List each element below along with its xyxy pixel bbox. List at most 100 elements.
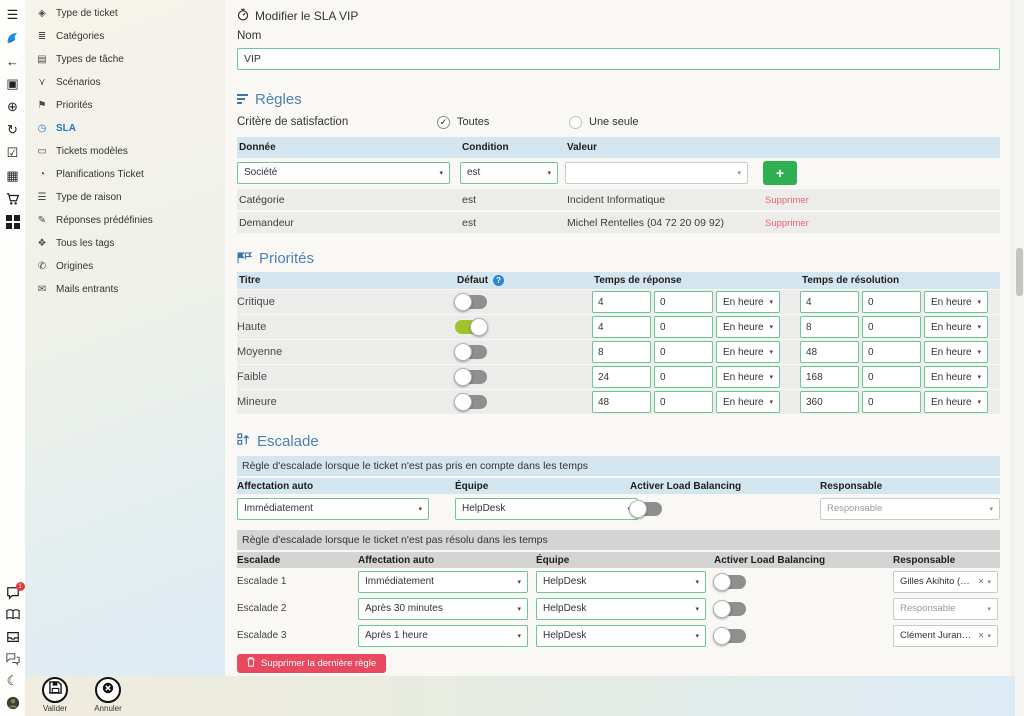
resolution-minutes-input[interactable] xyxy=(862,366,921,388)
response-hours-input[interactable] xyxy=(592,291,651,313)
sidebar-item-type-de-raison[interactable]: ☰ Type de raison xyxy=(25,186,225,209)
sidebar-item-mails-entrants[interactable]: ✉ Mails entrants xyxy=(25,278,225,301)
rule-condition-select[interactable]: est ▾ xyxy=(460,161,558,184)
checked-circle-icon[interactable]: ✓ xyxy=(437,115,450,129)
resolution-hours-input[interactable] xyxy=(800,341,859,363)
team-select[interactable]: HelpDesk▾ xyxy=(536,570,706,593)
sidebar-item-tickets-modeles[interactable]: ▭ Tickets modèles xyxy=(25,140,225,163)
add-icon[interactable]: ⊕ xyxy=(5,99,21,115)
resolution-hours-input[interactable] xyxy=(800,391,859,413)
response-minutes-input[interactable] xyxy=(654,291,713,313)
response-hours-input[interactable] xyxy=(592,316,651,338)
vertical-scrollbar[interactable] xyxy=(1015,0,1024,716)
sidebar-item-sla[interactable]: ◷ SLA xyxy=(25,117,225,140)
add-rule-button[interactable]: + xyxy=(763,160,797,185)
sidebar-item-categories[interactable]: ≣ Catégories xyxy=(25,25,225,48)
resolution-unit-select[interactable]: En heure ▾ xyxy=(924,391,988,413)
criterion-all-option[interactable]: ✓ Toutes xyxy=(437,115,569,129)
cancel-button[interactable]: Annuler xyxy=(88,677,128,713)
manager-combobox[interactable]: Responsable ▾ xyxy=(820,497,1000,520)
sidebar-item-origines[interactable]: ✆ Origines xyxy=(25,255,225,278)
response-hours-input[interactable] xyxy=(592,366,651,388)
sidebar-item-priorites[interactable]: ⚑ Priorités xyxy=(25,94,225,117)
team-select[interactable]: HelpDesk▾ xyxy=(536,624,706,647)
resolution-unit-select[interactable]: En heure ▾ xyxy=(924,341,988,363)
response-minutes-input[interactable] xyxy=(654,366,713,388)
resolution-unit-select[interactable]: En heure ▾ xyxy=(924,291,988,313)
name-input[interactable] xyxy=(237,48,1000,70)
manager-combobox[interactable]: Clément Jurance (agent)✕▾ xyxy=(893,624,998,647)
load-balancing-toggle[interactable] xyxy=(713,626,746,645)
clear-icon[interactable]: ✕ xyxy=(978,577,985,586)
qr-scan-icon[interactable]: ▦ xyxy=(5,168,21,184)
default-toggle[interactable] xyxy=(455,318,488,336)
delete-rule-link[interactable]: Supprimer xyxy=(758,195,809,206)
back-icon[interactable]: ← xyxy=(5,53,21,69)
assignment-select[interactable]: Immédiatement ▾ xyxy=(358,570,528,593)
default-toggle[interactable] xyxy=(454,343,487,361)
default-toggle[interactable] xyxy=(454,393,487,411)
sidebar-item-reponses-predefinies[interactable]: ✎ Réponses prédéfinies xyxy=(25,209,225,232)
resolution-minutes-input[interactable] xyxy=(862,316,921,338)
team-select[interactable]: HelpDesk▾ xyxy=(455,497,638,520)
sidebar-item-types-de-tache[interactable]: ▤ Types de tâche xyxy=(25,48,225,71)
response-minutes-input[interactable] xyxy=(654,341,713,363)
response-unit-select[interactable]: En heure ▾ xyxy=(716,391,780,413)
validate-button[interactable]: Valider xyxy=(35,677,75,713)
assignment-select[interactable]: Après 1 heure ▾ xyxy=(358,624,528,647)
response-hours-input[interactable] xyxy=(592,341,651,363)
response-unit-select[interactable]: En heure ▾ xyxy=(716,341,780,363)
default-toggle[interactable] xyxy=(454,293,487,311)
response-unit-select[interactable]: En heure ▾ xyxy=(716,366,780,388)
load-balancing-toggle[interactable] xyxy=(713,599,746,618)
response-hours-input[interactable] xyxy=(592,391,651,413)
inbox-icon[interactable] xyxy=(5,629,21,645)
delete-rule-link[interactable]: Supprimer xyxy=(758,218,809,229)
resolution-minutes-input[interactable] xyxy=(862,391,921,413)
resolution-hours-input[interactable] xyxy=(800,366,859,388)
screenshot-icon[interactable]: ▣ xyxy=(5,76,21,92)
response-unit-select[interactable]: En heure ▾ xyxy=(716,291,780,313)
response-minutes-input[interactable] xyxy=(654,391,713,413)
response-unit-select[interactable]: En heure ▾ xyxy=(716,316,780,338)
dark-mode-icon[interactable]: ☾ xyxy=(5,673,21,689)
apps-icon[interactable] xyxy=(5,214,21,230)
criterion-one-option[interactable]: Une seule xyxy=(569,115,639,129)
sidebar-item-type-de-ticket[interactable]: ◈ Type de ticket xyxy=(25,2,225,25)
resolution-minutes-input[interactable] xyxy=(862,291,921,313)
clear-icon[interactable]: ✕ xyxy=(978,631,985,640)
manager-combobox[interactable]: Responsable ▾ xyxy=(893,597,998,620)
team-select[interactable]: HelpDesk▾ xyxy=(536,597,706,620)
escalation-icon xyxy=(237,432,250,450)
cart-icon[interactable] xyxy=(5,191,21,207)
help-icon[interactable]: ? xyxy=(493,275,505,286)
sidebar-item-tous-les-tags[interactable]: ❖ Tous les tags xyxy=(25,232,225,255)
assignment-select[interactable]: Après 30 minutes ▾ xyxy=(358,597,528,620)
manager-combobox[interactable]: Gilles Akihito (superviseur)✕▾ xyxy=(893,570,998,593)
resolution-hours-input[interactable] xyxy=(800,291,859,313)
response-minutes-input[interactable] xyxy=(654,316,713,338)
menu-icon[interactable]: ☰ xyxy=(5,7,21,23)
load-balancing-toggle[interactable] xyxy=(713,572,746,591)
rule-value-combobox[interactable]: ▾ xyxy=(565,161,748,184)
delete-last-rule-button[interactable]: Supprimer la dernière règle xyxy=(237,654,387,673)
assignment-select[interactable]: Immédiatement ▾ xyxy=(237,497,429,520)
sidebar-item-scenarios[interactable]: ⋎ Scénarios xyxy=(25,71,225,94)
resolution-unit-select[interactable]: En heure ▾ xyxy=(924,316,988,338)
chat-icon[interactable]: 1 xyxy=(5,582,25,601)
default-toggle[interactable] xyxy=(454,368,487,386)
profile-avatar[interactable] xyxy=(5,695,21,711)
forum-icon[interactable] xyxy=(5,651,21,667)
rule-data-select[interactable]: Société ▾ xyxy=(237,161,450,184)
book-icon[interactable] xyxy=(5,607,21,623)
sync-icon[interactable]: ↻ xyxy=(5,122,21,138)
tasks-icon[interactable]: ☑ xyxy=(5,145,21,161)
resolution-minutes-input[interactable] xyxy=(862,341,921,363)
resolution-unit-select[interactable]: En heure ▾ xyxy=(924,366,988,388)
sidebar-item-planifications-ticket[interactable]: ◔ Planifications Ticket xyxy=(25,163,225,186)
app-logo[interactable] xyxy=(5,30,21,46)
scrollbar-thumb[interactable] xyxy=(1016,248,1023,296)
radio-unchecked-icon[interactable] xyxy=(569,115,582,129)
load-balancing-toggle[interactable] xyxy=(629,499,662,518)
resolution-hours-input[interactable] xyxy=(800,316,859,338)
